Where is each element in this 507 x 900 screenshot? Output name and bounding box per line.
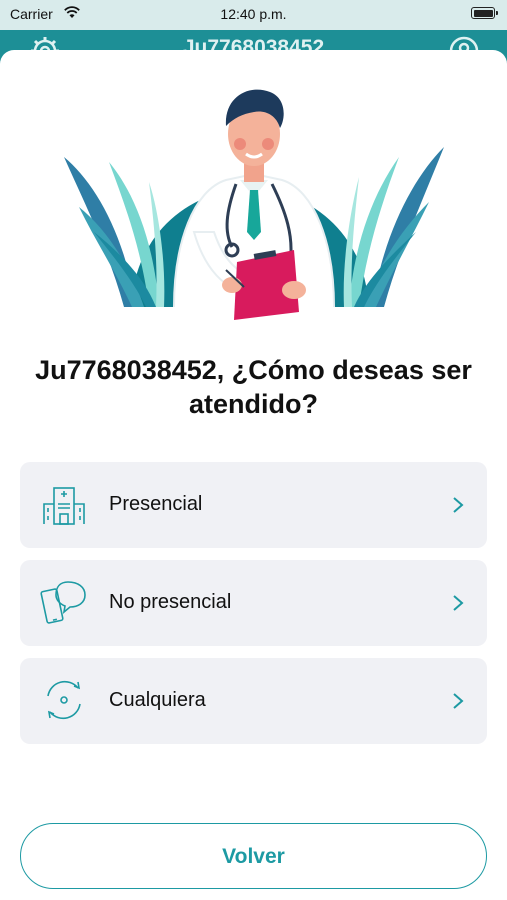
cycle-icon: [47, 680, 81, 720]
option-label: Cualquiera: [109, 689, 206, 711]
question-heading: Ju7768038452, ¿Cómo deseas ser atendido?: [35, 355, 472, 419]
option-presencial[interactable]: Presencial: [20, 462, 487, 548]
option-label: No presencial: [109, 591, 232, 613]
option-cualquiera[interactable]: Cualquiera: [20, 658, 487, 744]
option-label: Presencial: [109, 493, 203, 515]
status-time: 12:40 p.m.: [220, 6, 287, 22]
battery-icon: [471, 7, 498, 19]
hospital-icon: [43, 487, 85, 525]
status-bar: Carrier 12:40 p.m.: [0, 0, 507, 30]
chevron-right-icon: [453, 595, 464, 611]
option-no-presencial[interactable]: No presencial: [20, 560, 487, 646]
chevron-right-icon: [453, 497, 464, 513]
service-mode-sheet: Ju7768038452, ¿Cómo deseas ser atendido?…: [0, 50, 507, 900]
doctor-illustration: [64, 89, 444, 320]
chevron-right-icon: [453, 693, 464, 709]
back-button[interactable]: Volver: [20, 823, 487, 889]
phone-chat-icon: [40, 581, 86, 624]
